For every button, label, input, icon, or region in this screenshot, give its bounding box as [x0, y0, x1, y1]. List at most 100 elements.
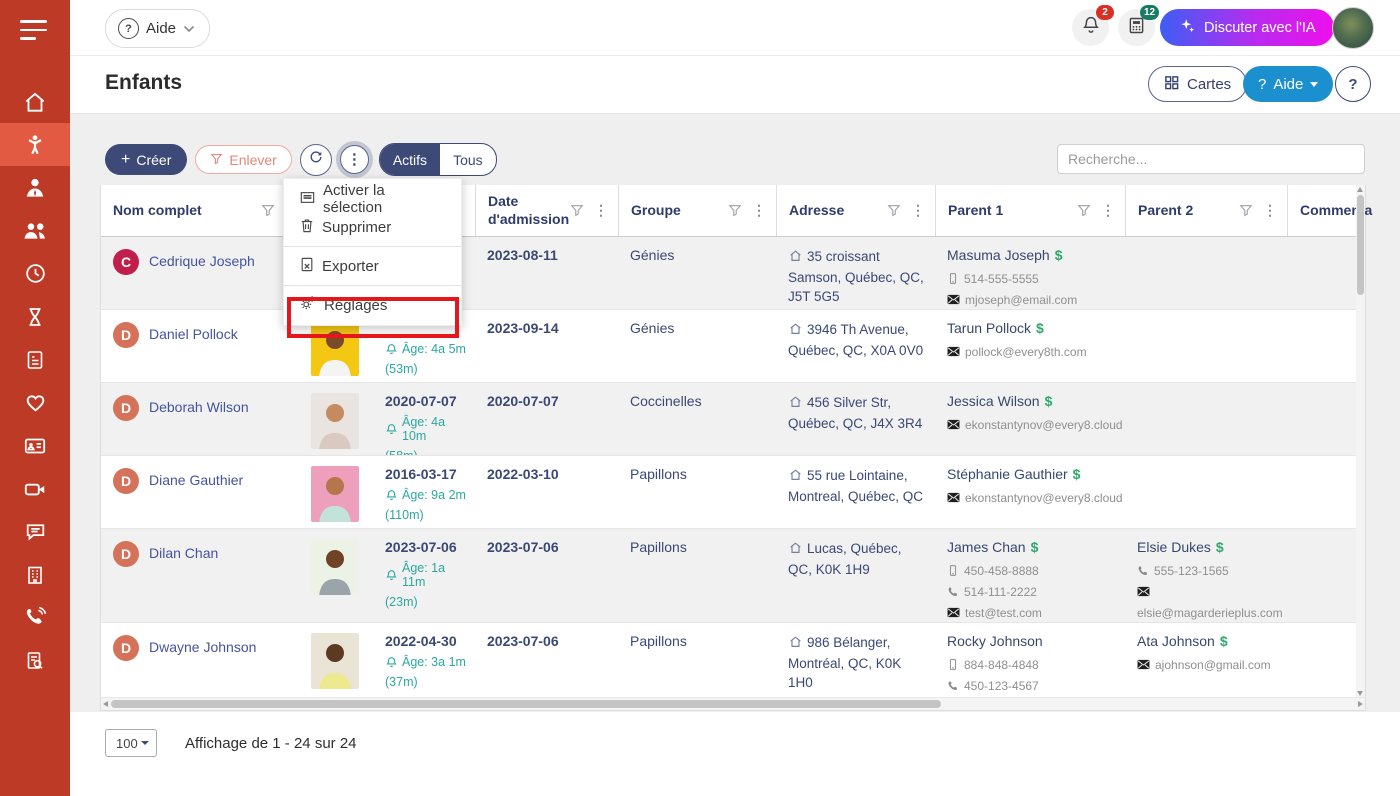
- footer-band: [70, 712, 1400, 796]
- column-menu-icon[interactable]: ⋮: [594, 202, 608, 219]
- id-card-icon: [22, 433, 48, 459]
- horizontal-scrollbar[interactable]: [101, 697, 1365, 710]
- column-header-groupe[interactable]: Groupe ⋮: [618, 185, 776, 236]
- sidebar-item-attendance[interactable]: [0, 252, 70, 295]
- parent-name: James Chan$: [947, 539, 1117, 555]
- filter-tous[interactable]: Tous: [440, 144, 496, 175]
- sidebar-item-messages[interactable]: [0, 510, 70, 553]
- house-icon: [788, 468, 803, 487]
- sidebar-item-reports[interactable]: [0, 639, 70, 682]
- plus-icon: +: [121, 151, 130, 169]
- vertical-scrollbar[interactable]: [1356, 185, 1365, 698]
- fee-dollar-icon: $: [1045, 393, 1053, 409]
- help-dropdown-button[interactable]: ? Aide: [1243, 66, 1333, 102]
- age-months: (110m): [385, 508, 466, 522]
- filter-icon[interactable]: [261, 204, 275, 217]
- scroll-up-arrow[interactable]: [1357, 187, 1363, 192]
- table-row[interactable]: DDiane Gauthier2016-03-17Âge: 9a 2m(110m…: [101, 456, 1365, 529]
- refresh-icon: [308, 149, 324, 170]
- sidebar-item-calls[interactable]: [0, 596, 70, 639]
- child-name-link[interactable]: Diane Gauthier: [149, 468, 243, 488]
- filter-icon[interactable]: [1077, 204, 1091, 217]
- parent2-cell: [1125, 237, 1287, 309]
- child-name-link[interactable]: Cedrique Joseph: [149, 249, 255, 269]
- notifications-badge: 2: [1096, 5, 1114, 20]
- create-button[interactable]: + Créer: [105, 144, 187, 175]
- admission-date: 2023-07-06: [487, 539, 559, 555]
- comments-cell: [1287, 383, 1365, 455]
- sidebar-item-health[interactable]: [0, 381, 70, 424]
- sidebar-item-home[interactable]: [0, 80, 70, 123]
- scroll-right-arrow[interactable]: [1358, 701, 1363, 707]
- child-name-link[interactable]: Daniel Pollock: [149, 322, 238, 342]
- funnel-icon: [210, 152, 223, 168]
- more-actions-button[interactable]: ⋮: [340, 145, 369, 174]
- contact-line: 555-123-1565: [1137, 560, 1279, 581]
- remove-filter-button[interactable]: Enlever: [195, 145, 291, 174]
- vertical-scroll-thumb[interactable]: [1357, 195, 1364, 295]
- bell-icon: [385, 569, 398, 582]
- help-circle-button[interactable]: ?: [1335, 66, 1371, 102]
- sidebar-item-id-cards[interactable]: [0, 424, 70, 467]
- scroll-left-arrow[interactable]: [103, 701, 108, 707]
- age-months: (23m): [385, 595, 467, 609]
- chat-with-ai-button[interactable]: Discuter avec l'IA: [1160, 9, 1334, 46]
- parent1-cell: Tarun Pollock$pollock@every8th.com: [935, 310, 1125, 382]
- actions-dropdown-menu: Activer la sélection Supprimer Exporter …: [283, 178, 462, 326]
- column-menu-icon[interactable]: ⋮: [911, 202, 925, 219]
- table-row[interactable]: DDilan Chan2023-07-06Âge: 1a 11m(23m)202…: [101, 529, 1365, 623]
- comments-cell: [1287, 456, 1365, 528]
- sidebar-item-daycare[interactable]: [0, 553, 70, 596]
- comments-cell: [1287, 529, 1365, 622]
- menu-item-supprimer[interactable]: Supprimer: [284, 213, 461, 241]
- trash-icon: [300, 218, 314, 237]
- column-header-parent1[interactable]: Parent 1 ⋮: [935, 185, 1125, 236]
- contact-line: 450-458-8888: [947, 560, 1117, 581]
- refresh-button[interactable]: [300, 144, 332, 176]
- cards-button[interactable]: Cartes: [1148, 66, 1247, 102]
- filter-icon[interactable]: [887, 204, 901, 217]
- table-row[interactable]: DDeborah Wilson2020-07-07Âge: 4a 10m(58m…: [101, 383, 1365, 456]
- filter-actifs[interactable]: Actifs: [380, 144, 440, 175]
- search-input[interactable]: [1057, 144, 1365, 174]
- page-size-select[interactable]: 100: [105, 729, 157, 757]
- age-months: (58m): [385, 449, 467, 456]
- filter-icon[interactable]: [570, 204, 584, 217]
- column-menu-icon[interactable]: ⋮: [752, 202, 766, 219]
- horizontal-scroll-thumb[interactable]: [111, 700, 941, 708]
- child-name-link[interactable]: Dwayne Johnson: [149, 635, 256, 655]
- user-avatar[interactable]: [1332, 7, 1374, 49]
- column-header-parent2[interactable]: Parent 2 ⋮: [1125, 185, 1287, 236]
- address-cell: Lucas, Québec, QC, K0K 1H9: [776, 529, 935, 622]
- sidebar-item-families[interactable]: [0, 209, 70, 252]
- column-header-date-admission[interactable]: Date d'admission ⋮: [475, 185, 618, 236]
- child-name-link[interactable]: Deborah Wilson: [149, 395, 249, 415]
- sidebar-item-educators[interactable]: [0, 166, 70, 209]
- child-initial-avatar: D: [113, 541, 139, 567]
- report-search-icon: [23, 649, 47, 673]
- sidebar-item-waitlist[interactable]: [0, 295, 70, 338]
- column-menu-icon[interactable]: ⋮: [1263, 202, 1277, 219]
- filter-icon[interactable]: [1239, 204, 1253, 217]
- topbar-help-dropdown[interactable]: ? Aide: [105, 9, 210, 48]
- hamburger-menu-icon[interactable]: [20, 20, 50, 44]
- table-row[interactable]: DDwayne Johnson2022-04-30Âge: 3a 1m(37m)…: [101, 623, 1365, 706]
- notifications-button[interactable]: 2: [1072, 9, 1109, 46]
- sidebar-item-billing[interactable]: [0, 338, 70, 381]
- menu-item-reglages[interactable]: Réglages: [284, 291, 461, 319]
- toolbar: + Créer Enlever ⋮ Actifs Tous: [105, 143, 497, 176]
- sidebar-item-children[interactable]: [0, 123, 70, 166]
- child-name-link[interactable]: Dilan Chan: [149, 541, 218, 561]
- column-header-nom-complet[interactable]: Nom complet: [101, 185, 285, 236]
- column-menu-icon[interactable]: ⋮: [1101, 202, 1115, 219]
- column-header-adresse[interactable]: Adresse ⋮: [776, 185, 935, 236]
- scroll-down-arrow[interactable]: [1357, 691, 1363, 696]
- column-header-commentaires[interactable]: Commenta: [1287, 185, 1365, 236]
- menu-item-exporter[interactable]: Exporter: [284, 252, 461, 280]
- sidebar-item-cameras[interactable]: [0, 467, 70, 510]
- fee-dollar-icon: $: [1031, 539, 1039, 555]
- filter-icon[interactable]: [728, 204, 742, 217]
- admission-date: 2023-07-06: [487, 633, 559, 649]
- billing-terminal-button[interactable]: 12: [1118, 9, 1155, 46]
- menu-item-activer-selection[interactable]: Activer la sélection: [284, 185, 461, 213]
